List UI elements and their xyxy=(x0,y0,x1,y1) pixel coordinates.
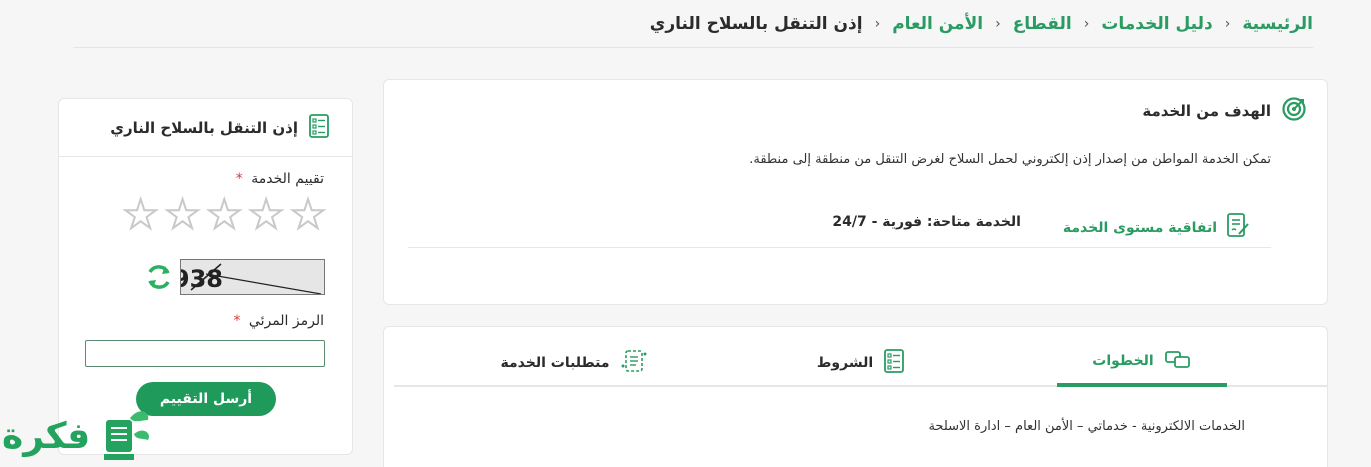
sla-label: اتفاقية مستوى الخدمة xyxy=(1062,220,1217,236)
required-mark: * xyxy=(233,313,241,329)
chevron-left-icon: ‹ xyxy=(874,15,881,32)
rating-label-text: تقييم الخدمة xyxy=(251,171,324,187)
requirements-document-icon xyxy=(620,348,650,378)
breadcrumb-current: إذن التنقل بالسلاح الناري xyxy=(649,13,863,34)
rating-panel-title: إذن التنقل بالسلاح الناري xyxy=(110,118,298,137)
tab-requirements-label: متطلبات الخدمة xyxy=(500,355,610,371)
breadcrumb-home[interactable]: الرئيسية xyxy=(1242,14,1313,34)
rating-header: إذن التنقل بالسلاح الناري xyxy=(59,99,352,157)
captcha-input[interactable] xyxy=(85,340,325,367)
sla-link[interactable]: اتفاقية مستوى الخدمة xyxy=(1063,212,1251,244)
goal-header: الهدف من الخدمة xyxy=(1142,96,1307,126)
star-icon[interactable]: ★ xyxy=(164,194,202,236)
steps-icon xyxy=(1164,348,1192,374)
captcha-label-text: الرمز المرئي xyxy=(248,313,324,329)
sla-row: اتفاقية مستوى الخدمة الخدمة متاحة: فورية… xyxy=(408,206,1271,248)
tab-conditions-label: الشروط xyxy=(816,355,874,371)
availability-text: الخدمة متاحة: فورية - 24/7 xyxy=(832,214,1021,230)
chevron-left-icon: ‹ xyxy=(1224,15,1231,32)
captcha-label: الرمز المرئي * xyxy=(233,313,324,329)
star-icon[interactable]: ★ xyxy=(122,194,160,236)
rating-label: تقييم الخدمة * xyxy=(236,171,324,187)
target-icon xyxy=(1281,96,1307,126)
book-leaf-icon xyxy=(104,411,150,460)
goal-title: الهدف من الخدمة xyxy=(1142,102,1271,120)
star-icon[interactable]: ★ xyxy=(205,194,243,236)
form-document-icon xyxy=(308,113,330,143)
captcha-row: 8938 xyxy=(144,259,325,295)
tab-conditions[interactable]: الشروط xyxy=(791,339,931,387)
checklist-icon xyxy=(883,348,905,378)
breadcrumb-sector[interactable]: القطاع xyxy=(1013,14,1072,34)
steps-content: الخدمات الالكترونية - خدماتي – الأمن الع… xyxy=(928,419,1245,434)
breadcrumb-services-guide[interactable]: دليل الخدمات xyxy=(1101,14,1212,34)
tab-requirements[interactable]: متطلبات الخدمة xyxy=(495,339,655,387)
refresh-captcha-icon[interactable] xyxy=(144,262,174,292)
chevron-left-icon: ‹ xyxy=(995,15,1001,32)
service-tabs-panel: الخطوات الشروط متطلبات الخدمة الخدمات ال… xyxy=(383,326,1328,467)
star-rating: ★ ★ ★ ★ ★ xyxy=(122,194,327,236)
tab-steps[interactable]: الخطوات xyxy=(1057,339,1227,387)
star-icon[interactable]: ★ xyxy=(289,194,327,236)
tab-bar: الخطوات الشروط متطلبات الخدمة xyxy=(394,339,1327,387)
captcha-image: 8938 xyxy=(180,259,325,295)
star-icon[interactable]: ★ xyxy=(247,194,285,236)
chevron-left-icon: ‹ xyxy=(1083,15,1090,32)
tab-steps-label: الخطوات xyxy=(1092,353,1154,369)
breadcrumb: الرئيسية ‹ دليل الخدمات ‹ القطاع ‹ الأمن… xyxy=(73,0,1313,48)
submit-rating-button[interactable]: أرسل التقييم xyxy=(136,382,276,416)
fikra-watermark-logo: فكرة xyxy=(0,402,155,467)
service-goal-panel: الهدف من الخدمة تمكن الخدمة المواطن من إ… xyxy=(383,79,1328,305)
breadcrumb-public-security[interactable]: الأمن العام xyxy=(892,14,983,34)
watermark-text: فكرة xyxy=(2,416,91,457)
agreement-document-icon xyxy=(1225,212,1251,244)
captcha-text: 8938 xyxy=(181,265,223,293)
goal-description: تمكن الخدمة المواطن من إصدار إذن إلكترون… xyxy=(749,152,1271,167)
required-mark: * xyxy=(235,171,243,187)
